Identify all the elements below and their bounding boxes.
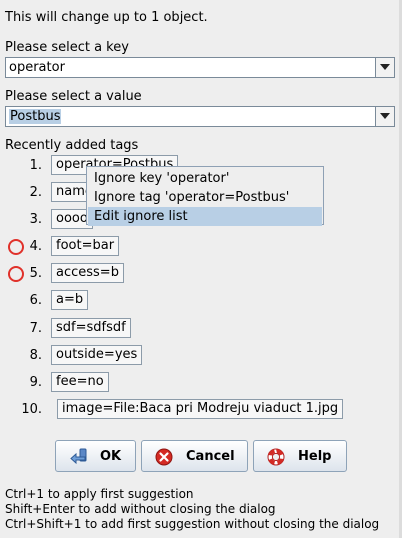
tag-context-menu: Ignore key 'operator' Ignore tag 'operat…	[86, 166, 324, 226]
recent-tag-row: 6. a=b	[0, 290, 402, 312]
menu-item-ignore-tag[interactable]: Ignore tag 'operator=Postbus'	[88, 188, 322, 207]
recent-tags-label: Recently added tags	[5, 138, 139, 153]
apply-arrow-icon	[70, 448, 87, 465]
hint-line: Shift+Enter to add without closing the d…	[5, 502, 276, 516]
cancel-label: Cancel	[186, 449, 235, 464]
ok-button[interactable]: OK	[55, 440, 136, 472]
recent-tag-row: 4. foot=bar	[0, 236, 402, 258]
cancel-icon	[155, 448, 173, 466]
menu-item-label: Ignore key 'operator'	[94, 171, 230, 186]
recent-tag-button[interactable]: a=b	[51, 290, 89, 310]
recent-tag-button[interactable]: image=File:Baca pri Modreju viaduct 1.jp…	[57, 399, 344, 419]
menu-item-label: Edit ignore list	[94, 209, 188, 224]
recent-tag-row: 7. sdf=sdfsdf	[0, 318, 402, 340]
tag-number: 10.	[21, 402, 42, 417]
tag-number: 3.	[29, 212, 42, 227]
value-label: Please select a value	[5, 89, 142, 104]
key-dropdown-button[interactable]	[375, 58, 394, 77]
hint-line: Ctrl+Shift+1 to add first suggestion wit…	[5, 517, 380, 531]
tag-number: 1.	[29, 158, 42, 173]
menu-item-label: Ignore tag 'operator=Postbus'	[94, 190, 290, 205]
recent-tag-row: 9. fee=no	[0, 372, 402, 394]
value-value[interactable]: Postbus	[9, 109, 62, 124]
menu-item-ignore-key[interactable]: Ignore key 'operator'	[88, 169, 322, 188]
recent-tag-button[interactable]: fee=no	[51, 372, 109, 392]
key-value[interactable]: operator	[9, 60, 65, 75]
recent-tag-button[interactable]: sdf=sdfsdf	[51, 318, 131, 338]
ok-label: OK	[100, 449, 122, 464]
key-combobox[interactable]: operator	[5, 57, 395, 78]
chevron-down-icon	[380, 113, 390, 119]
chevron-down-icon	[380, 64, 390, 70]
value-dropdown-button[interactable]	[375, 107, 394, 126]
circle-icon	[8, 266, 24, 282]
recent-tag-button[interactable]: access=b	[51, 263, 124, 283]
tag-number: 9.	[29, 375, 42, 390]
circle-icon	[8, 239, 24, 255]
recent-tag-row: 8. outside=yes	[0, 345, 402, 367]
menu-item-edit-ignore-list[interactable]: Edit ignore list	[88, 207, 322, 226]
recent-tag-button[interactable]: foot=bar	[51, 236, 120, 256]
key-label: Please select a key	[5, 40, 129, 55]
change-summary: This will change up to 1 object.	[5, 10, 208, 25]
help-button[interactable]: Help	[253, 440, 347, 472]
tag-number: 4.	[29, 239, 42, 254]
cancel-button[interactable]: Cancel	[141, 440, 248, 472]
tag-number: 5.	[29, 266, 42, 281]
tag-number: 8.	[29, 348, 42, 363]
recent-tag-row: 5. access=b	[0, 263, 402, 285]
recent-tag-button[interactable]: outside=yes	[51, 345, 143, 365]
tag-number: 2.	[29, 185, 42, 200]
help-label: Help	[298, 449, 332, 464]
tag-number: 7.	[29, 321, 42, 336]
hint-line: Ctrl+1 to apply first suggestion	[5, 487, 194, 501]
tag-number: 6.	[29, 293, 42, 308]
lifebuoy-icon	[267, 448, 285, 466]
value-combobox[interactable]: Postbus	[5, 106, 395, 127]
recent-tag-row: 10. image=File:Baca pri Modreju viaduct …	[0, 399, 402, 421]
